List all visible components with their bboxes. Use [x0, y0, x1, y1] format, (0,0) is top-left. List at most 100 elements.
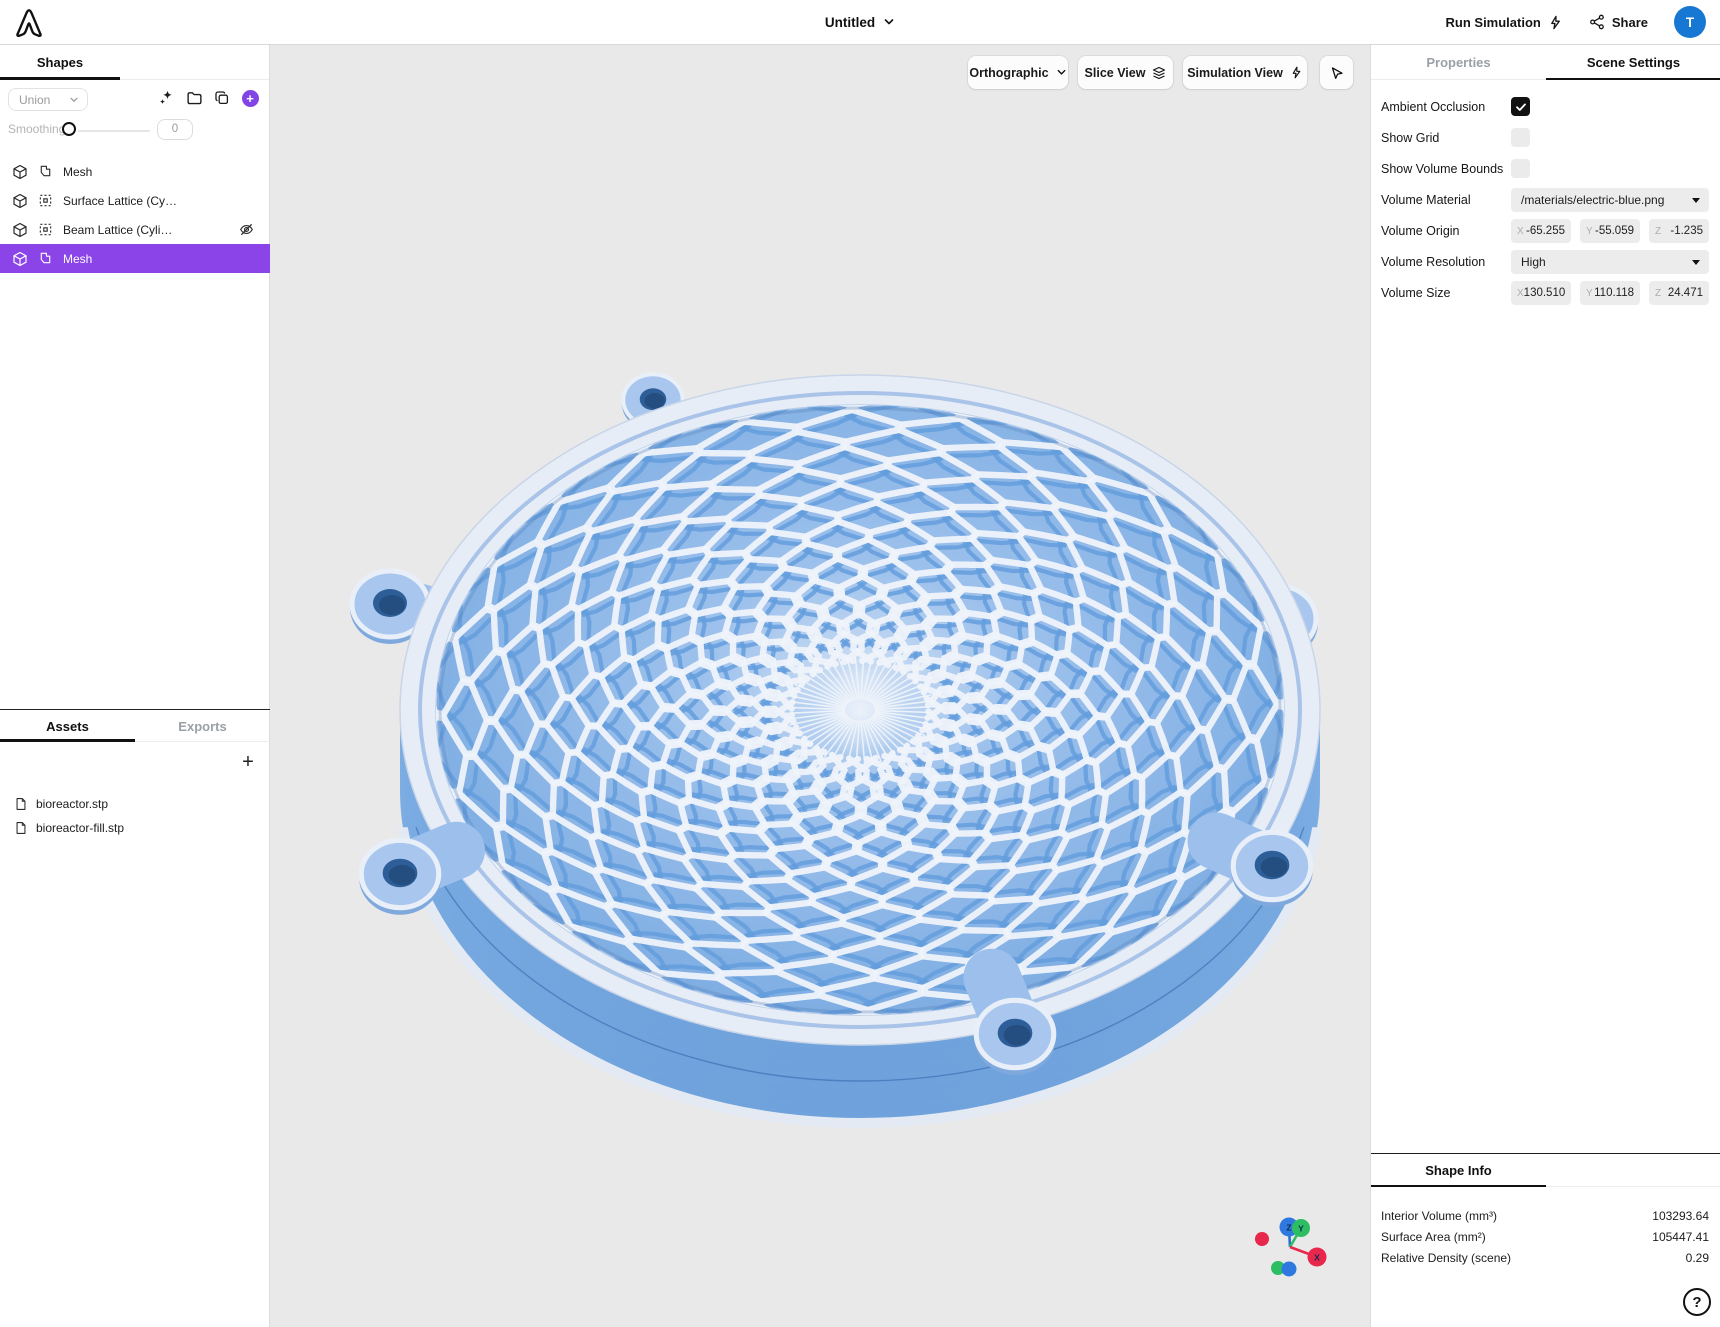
copy-icon [215, 91, 229, 105]
axis-y-label: Y [1298, 1224, 1304, 1234]
axis-neg-x-ball[interactable] [1255, 1232, 1269, 1246]
file-icon [16, 798, 26, 810]
tab-exports[interactable]: Exports [135, 710, 270, 742]
cube-icon [13, 164, 27, 179]
volume-size-y-input[interactable]: Y 110.118 [1580, 281, 1640, 305]
ai-sparkles-button[interactable] [156, 88, 176, 108]
volume-origin-y-value: -55.059 [1594, 225, 1634, 237]
bioreactor-model[interactable] [270, 45, 1370, 1327]
boolean-op-select[interactable]: Union [8, 88, 88, 111]
volume-size-x-value: 130.510 [1523, 287, 1566, 299]
volume-origin-y-input[interactable]: Y -55.059 [1580, 219, 1640, 243]
axis-y-tag: Y [1586, 287, 1593, 299]
folder-button[interactable] [184, 88, 204, 108]
user-avatar[interactable]: T [1674, 6, 1706, 38]
select-tool-button[interactable] [1320, 56, 1353, 89]
slice-view-button[interactable]: Slice View [1078, 56, 1173, 89]
shape-label: Beam Lattice (Cyli… [63, 222, 173, 237]
shape-label: Mesh [63, 251, 93, 266]
volume-size-label: Volume Size [1381, 286, 1451, 300]
chevron-down-icon [1057, 69, 1065, 75]
volume-size-x-input[interactable]: X 130.510 [1511, 281, 1571, 305]
smoothing-slider-knob[interactable] [62, 122, 76, 136]
show-volume-bounds-checkbox[interactable] [1511, 159, 1530, 178]
projection-select[interactable]: Orthographic [968, 56, 1068, 89]
tab-scene-settings[interactable]: Scene Settings [1546, 45, 1720, 80]
volume-material-select[interactable]: /materials/electric-blue.png [1511, 188, 1709, 212]
file-name: bioreactor-fill.stp [36, 821, 125, 835]
shape-info-panel: Shape Info Interior Volume (mm³) 103293.… [1371, 1153, 1720, 1316]
show-volume-bounds-label: Show Volume Bounds [1381, 162, 1504, 176]
visibility-off-icon[interactable] [239, 222, 254, 237]
interior-volume-value: 103293.64 [1652, 1209, 1709, 1223]
tab-shape-info-underline [1371, 1184, 1546, 1187]
dropdown-arrow-icon [1692, 197, 1700, 203]
shape-row-mesh-2-selected[interactable]: Mesh [0, 244, 270, 273]
tab-assets[interactable]: Assets [0, 710, 135, 742]
axis-z-tag: Z [1655, 225, 1662, 237]
volume-material-label: Volume Material [1381, 193, 1471, 207]
shape-row-surface-lattice[interactable]: Surface Lattice (Cy… [0, 186, 270, 215]
simulation-view-button[interactable]: Simulation View [1183, 56, 1307, 89]
shape-row-beam-lattice[interactable]: Beam Lattice (Cyli… [0, 215, 270, 244]
projection-label: Orthographic [969, 65, 1049, 80]
axis-gizmo[interactable]: Z Y X [1225, 1180, 1355, 1310]
asset-file-bioreactor-fill[interactable]: bioreactor-fill.stp [0, 816, 270, 840]
tab-shapes-label: Shapes [36, 55, 84, 70]
top-bar: Untitled Run Simulation Share T [0, 0, 1720, 45]
volume-size-z-input[interactable]: Z 24.471 [1649, 281, 1709, 305]
tab-exports-label: Exports [178, 718, 227, 734]
axis-x-tag: X [1517, 287, 1524, 299]
show-grid-checkbox[interactable] [1511, 128, 1530, 147]
volume-material-value: /materials/electric-blue.png [1521, 193, 1665, 207]
ambient-occlusion-checkbox[interactable] [1511, 97, 1530, 116]
shape-list: Mesh Surface Lattice (Cy… Beam Lattice (… [0, 157, 270, 273]
axis-neg-z-ball[interactable] [1281, 1261, 1297, 1277]
axis-x-tag: X [1517, 225, 1524, 237]
volume-size-z-value: 24.471 [1667, 287, 1703, 299]
plus-circle-icon: + [241, 89, 259, 107]
volume-origin-z-input[interactable]: Z -1.235 [1649, 219, 1709, 243]
volume-origin-x-input[interactable]: X -65.255 [1511, 219, 1571, 243]
tab-scene-settings-label: Scene Settings [1586, 55, 1681, 70]
document-title-label: Untitled [824, 14, 876, 30]
smoothing-label: Smoothing [8, 122, 66, 136]
tab-scene-settings-underline [1546, 77, 1720, 80]
add-asset-button[interactable]: + [238, 751, 258, 773]
tab-shapes[interactable]: Shapes [0, 45, 120, 80]
dropdown-arrow-icon [1692, 259, 1700, 265]
add-shape-button[interactable]: + [240, 88, 260, 108]
volume-origin-label: Volume Origin [1381, 224, 1460, 238]
axis-z-tag: Z [1655, 287, 1662, 299]
shape-label: Surface Lattice (Cy… [63, 193, 178, 208]
volume-origin-z-value: -1.235 [1670, 225, 1703, 237]
file-icon [16, 822, 26, 834]
run-simulation-button[interactable]: Run Simulation [1446, 15, 1563, 30]
lattice-icon [39, 194, 52, 207]
tab-properties[interactable]: Properties [1371, 45, 1546, 80]
tab-shape-info[interactable]: Shape Info [1371, 1154, 1546, 1187]
share-button[interactable]: Share [1589, 14, 1648, 30]
volume-resolution-select[interactable]: High [1511, 250, 1709, 274]
shape-info-title: Shape Info [1425, 1163, 1492, 1178]
volume-resolution-label: Volume Resolution [1381, 255, 1486, 269]
volume-resolution-value: High [1521, 255, 1546, 269]
simulation-view-label: Simulation View [1187, 65, 1283, 80]
axis-x-label: X [1314, 1253, 1320, 1263]
smoothing-input[interactable]: 0 [157, 119, 193, 140]
shape-row-mesh-1[interactable]: Mesh [0, 157, 270, 186]
asset-file-bioreactor[interactable]: bioreactor.stp [0, 792, 270, 816]
slice-view-label: Slice View [1084, 65, 1146, 80]
volume-size-y-value: 110.118 [1594, 287, 1634, 299]
lightning-icon [1550, 15, 1560, 29]
smoothing-slider-track[interactable] [78, 130, 150, 132]
duplicate-button[interactable] [212, 88, 232, 108]
help-button[interactable]: ? [1683, 1288, 1711, 1316]
tab-shapes-underline [0, 77, 120, 80]
viewport-3d[interactable]: Orthographic Slice View Simulation View [270, 45, 1370, 1327]
axis-z-label: Z [1286, 1223, 1291, 1233]
chevron-down-icon [70, 97, 78, 102]
tab-properties-label: Properties [1426, 55, 1491, 70]
cube-icon [13, 251, 27, 266]
share-label: Share [1611, 14, 1648, 30]
